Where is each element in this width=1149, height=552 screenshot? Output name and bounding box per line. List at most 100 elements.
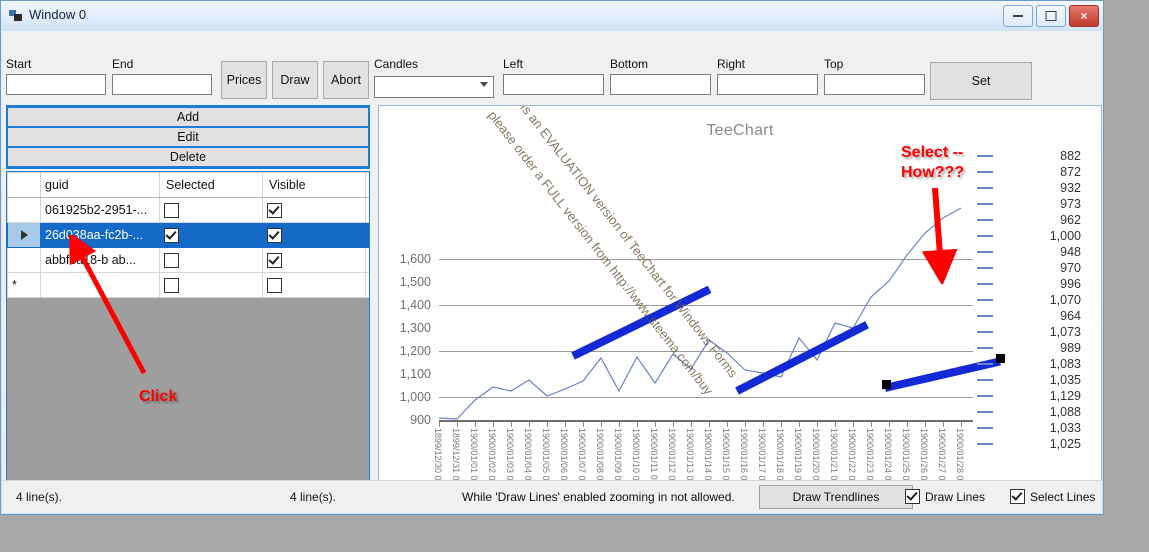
row-selector[interactable]	[7, 222, 41, 248]
lines-panel: Add Edit Delete guid Selected Visible De…	[6, 105, 370, 509]
bottom-field-group: Bottom	[610, 57, 711, 95]
left-input[interactable]	[503, 74, 604, 95]
chevron-down-icon	[480, 82, 488, 87]
legend-line-icon	[977, 299, 993, 301]
top-input[interactable]	[824, 74, 925, 95]
abort-button[interactable]: Abort	[323, 61, 369, 99]
cell-visible[interactable]	[262, 197, 366, 223]
draw-button[interactable]: Draw	[272, 61, 318, 99]
top-field-group: Top	[824, 57, 925, 95]
new-row-icon: *	[7, 272, 41, 298]
cell-visible[interactable]	[262, 222, 366, 248]
cell-desc: Dra	[365, 197, 369, 223]
visible-checkbox[interactable]	[267, 277, 282, 293]
minimize-button[interactable]	[1003, 5, 1033, 27]
legend-item[interactable]: 964	[977, 308, 1097, 324]
cell-visible[interactable]	[262, 247, 366, 273]
legend-item[interactable]: 932	[977, 180, 1097, 196]
table-row[interactable]: 26d038aa-fc2b-... Dra	[7, 222, 369, 248]
legend-item[interactable]: 973	[977, 196, 1097, 212]
legend-item[interactable]: 1,088	[977, 404, 1097, 420]
table-row[interactable]: 061925b2-2951-... Dra	[7, 197, 369, 223]
lines-action-buttons: Add Edit Delete	[6, 105, 370, 169]
col-header-selector[interactable]	[7, 172, 41, 198]
left-label: Left	[503, 57, 524, 71]
cell-desc: Dra	[365, 222, 369, 248]
candles-label: Candles	[374, 57, 419, 71]
legend-item[interactable]: 962	[977, 212, 1097, 228]
selected-checkbox[interactable]	[164, 227, 179, 243]
chart-panel[interactable]: TeeChart 1,600 1,500 1,400 1,300 1,200 1…	[378, 105, 1102, 509]
chart-legend[interactable]: 882 872 932 973 962 1,000 948 970 996 1,…	[977, 148, 1097, 452]
legend-item[interactable]: 948	[977, 244, 1097, 260]
draw-lines-checkbox-group[interactable]: Draw Lines	[905, 489, 985, 504]
end-field-group: End	[112, 57, 212, 95]
cell-visible[interactable]	[262, 272, 366, 298]
visible-checkbox[interactable]	[267, 227, 282, 243]
add-button[interactable]: Add	[8, 107, 368, 127]
selected-checkbox[interactable]	[164, 252, 179, 268]
select-lines-checkbox-group[interactable]: Select Lines	[1010, 489, 1095, 504]
bottom-label: Bottom	[610, 57, 649, 71]
row-arrow-icon	[20, 230, 28, 240]
start-label: Start	[6, 57, 32, 71]
legend-line-icon	[977, 187, 993, 189]
legend-item[interactable]: 1,033	[977, 420, 1097, 436]
legend-item[interactable]: 1,129	[977, 388, 1097, 404]
legend-line-icon	[977, 443, 993, 445]
cell-selected[interactable]	[159, 197, 263, 223]
legend-line-icon	[977, 171, 993, 173]
selected-checkbox[interactable]	[164, 202, 179, 218]
cell-selected[interactable]	[159, 247, 263, 273]
lines-data-grid[interactable]: guid Selected Visible Des 061925b2-2951-…	[6, 171, 370, 509]
visible-checkbox[interactable]	[267, 202, 282, 218]
maximize-button[interactable]	[1036, 5, 1066, 27]
cell-selected[interactable]	[159, 272, 263, 298]
legend-item[interactable]: 872	[977, 164, 1097, 180]
select-lines-checkbox[interactable]	[1010, 489, 1025, 504]
table-row-new[interactable]: *	[7, 272, 369, 298]
table-row[interactable]: abbf3a18-b ab... Dra	[7, 247, 369, 273]
cell-guid: abbf3a18-b ab...	[40, 247, 160, 273]
selected-checkbox[interactable]	[164, 277, 179, 293]
lines-table: guid Selected Visible Des 061925b2-2951-…	[7, 172, 369, 298]
cell-selected[interactable]	[159, 222, 263, 248]
legend-item[interactable]: 882	[977, 148, 1097, 164]
draw-lines-checkbox[interactable]	[905, 489, 920, 504]
set-button[interactable]: Set	[930, 62, 1032, 100]
legend-item[interactable]: 970	[977, 260, 1097, 276]
cell-desc: Dra	[365, 247, 369, 273]
col-header-selected[interactable]: Selected	[159, 172, 263, 198]
col-header-desc[interactable]: Des	[365, 172, 369, 198]
start-input[interactable]	[6, 74, 106, 95]
legend-item[interactable]: 1,035	[977, 372, 1097, 388]
right-input[interactable]	[717, 74, 818, 95]
col-header-guid[interactable]: guid	[40, 172, 160, 198]
legend-item[interactable]: 996	[977, 276, 1097, 292]
status-bar: 4 line(s). 4 line(s). While 'Draw Lines'…	[2, 480, 1102, 513]
legend-line-icon	[977, 347, 993, 349]
legend-line-icon	[977, 283, 993, 285]
legend-item[interactable]: 1,070	[977, 292, 1097, 308]
trendline-handle-start[interactable]	[882, 380, 891, 389]
visible-checkbox[interactable]	[267, 252, 282, 268]
window-controls: ×	[1003, 5, 1099, 27]
legend-line-icon	[977, 395, 993, 397]
legend-item[interactable]: 1,025	[977, 436, 1097, 452]
close-button[interactable]: ×	[1069, 5, 1099, 27]
draw-trendlines-button[interactable]: Draw Trendlines	[759, 485, 913, 509]
edit-button[interactable]: Edit	[8, 127, 368, 147]
legend-line-icon	[977, 427, 993, 429]
prices-button[interactable]: Prices	[221, 61, 267, 99]
col-header-visible[interactable]: Visible	[262, 172, 366, 198]
end-input[interactable]	[112, 74, 212, 95]
bottom-input[interactable]	[610, 74, 711, 95]
legend-line-icon	[977, 219, 993, 221]
table-header-row: guid Selected Visible Des	[7, 172, 369, 198]
candles-select[interactable]	[374, 76, 494, 98]
delete-button[interactable]: Delete	[8, 147, 368, 167]
legend-item[interactable]: 989	[977, 340, 1097, 356]
legend-item[interactable]: 1,000	[977, 228, 1097, 244]
legend-item[interactable]: 1,083	[977, 356, 1097, 372]
legend-item[interactable]: 1,073	[977, 324, 1097, 340]
